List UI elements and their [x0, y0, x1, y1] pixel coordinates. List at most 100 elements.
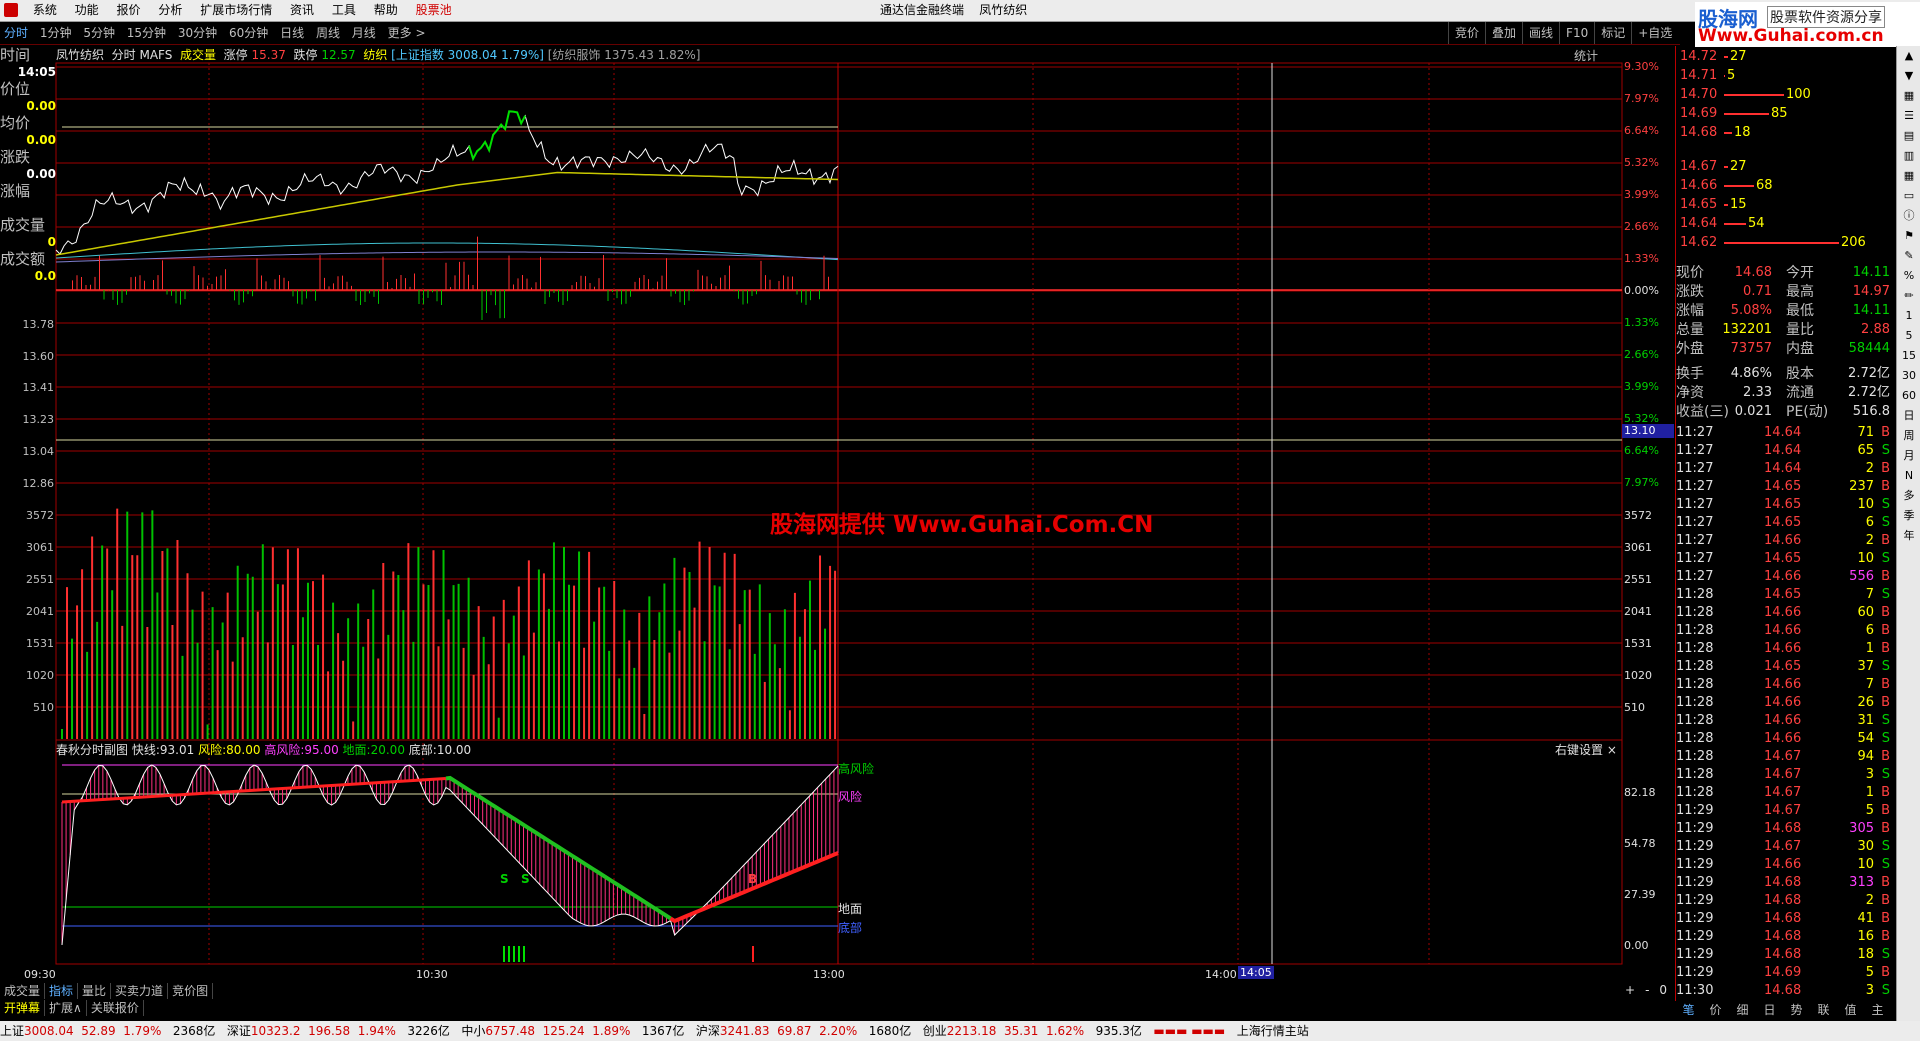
sidebar-period-1[interactable]: 1 — [1897, 306, 1920, 326]
tab-trend[interactable]: 势 — [1783, 1001, 1810, 1019]
quote-row[interactable]: 外盘 73757 内盘 58444 — [1676, 340, 1894, 358]
tick-row[interactable]: 11:28 14.67 1 B — [1676, 784, 1894, 802]
ask-row[interactable]: 14.72 27 — [1676, 48, 1894, 66]
intraday-chart[interactable] — [0, 0, 1675, 985]
tick-row[interactable]: 11:28 14.66 6 B — [1676, 622, 1894, 640]
tab-main[interactable]: 主 — [1864, 1001, 1891, 1019]
tick-row[interactable]: 11:28 14.66 26 B — [1676, 694, 1894, 712]
sidebar-period-multi[interactable]: 多 — [1897, 486, 1920, 506]
cy-label[interactable]: 创业 — [923, 1024, 947, 1038]
server-station[interactable]: 上海行情主站 — [1237, 1024, 1309, 1038]
quote-row[interactable]: 涨跌 0.71 最高 14.97 — [1676, 283, 1894, 301]
zoom-reset-button[interactable]: 0 — [1654, 983, 1672, 997]
sz-label[interactable]: 深证 — [227, 1024, 251, 1038]
tick-row[interactable]: 11:28 14.67 3 S — [1676, 766, 1894, 784]
tab-daily[interactable]: 日 — [1756, 1001, 1783, 1019]
tick-row[interactable]: 11:29 14.69 5 B — [1676, 964, 1894, 982]
flag-icon[interactable]: ⚑ — [1897, 226, 1920, 246]
tick-row[interactable]: 11:27 14.65 6 S — [1676, 514, 1894, 532]
tab-ticks[interactable]: 笔 — [1675, 1001, 1702, 1019]
tick-row[interactable]: 11:28 14.66 60 B — [1676, 604, 1894, 622]
bid-row[interactable]: 14.67 27 — [1676, 158, 1894, 176]
sidebar-period-week[interactable]: 周 — [1897, 426, 1920, 446]
tick-row[interactable]: 11:27 14.65 10 S — [1676, 550, 1894, 568]
tick-row[interactable]: 11:29 14.68 41 B — [1676, 910, 1894, 928]
bid-row[interactable]: 14.66 68 — [1676, 177, 1894, 195]
chart-icon[interactable]: ▤ — [1897, 126, 1920, 146]
tick-row[interactable]: 11:27 14.64 71 B — [1676, 424, 1894, 442]
bid-row[interactable]: 14.65 15 — [1676, 196, 1894, 214]
ask-row[interactable]: 14.69 85 — [1676, 105, 1894, 123]
tick-row[interactable]: 11:28 14.65 7 S — [1676, 586, 1894, 604]
tab-auction[interactable]: 竞价图 — [168, 983, 214, 999]
down-arrow-icon[interactable]: ▼ — [1897, 66, 1920, 86]
up-arrow-icon[interactable]: ▲ — [1897, 46, 1920, 66]
bid-row[interactable]: 14.62 206 — [1676, 234, 1894, 252]
ask-row[interactable]: 14.71 5 — [1676, 67, 1894, 85]
sidebar-period-15[interactable]: 15 — [1897, 346, 1920, 366]
quote-row[interactable]: 总量 132201 量比 2.88 — [1676, 321, 1894, 339]
tick-row[interactable]: 11:29 14.68 313 B — [1676, 874, 1894, 892]
tick-row[interactable]: 11:29 14.68 18 S — [1676, 946, 1894, 964]
quote-row[interactable]: 现价 14.68 今开 14.11 — [1676, 264, 1894, 282]
zoom-out-button[interactable]: - — [1640, 983, 1654, 997]
hs-label[interactable]: 沪深 — [696, 1024, 720, 1038]
tick-row[interactable]: 11:29 14.68 16 B — [1676, 928, 1894, 946]
tick-row[interactable]: 11:28 14.66 54 S — [1676, 730, 1894, 748]
sidebar-period-60[interactable]: 60 — [1897, 386, 1920, 406]
quote-row[interactable]: 涨幅 5.08% 最低 14.11 — [1676, 302, 1894, 320]
doc-icon[interactable]: ▭ — [1897, 186, 1920, 206]
tick-row[interactable]: 11:29 14.68 2 B — [1676, 892, 1894, 910]
table-icon[interactable]: ▦ — [1897, 166, 1920, 186]
tick-row[interactable]: 11:27 14.66 556 B — [1676, 568, 1894, 586]
sidebar-period-month[interactable]: 月 — [1897, 446, 1920, 466]
tab-link[interactable]: 联 — [1810, 1001, 1837, 1019]
info-icon[interactable]: ⓘ — [1897, 206, 1920, 226]
sidebar-period-season[interactable]: 季 — [1897, 506, 1920, 526]
settings-label[interactable]: 右键设置 — [1555, 743, 1603, 757]
close-icon[interactable]: × — [1607, 743, 1617, 757]
tab-value[interactable]: 值 — [1837, 1001, 1864, 1019]
sidebar-period-day[interactable]: 日 — [1897, 406, 1920, 426]
bar-icon[interactable]: ▥ — [1897, 146, 1920, 166]
pen-icon[interactable]: ✎ — [1897, 246, 1920, 266]
percent-icon[interactable]: % — [1897, 266, 1920, 286]
tick-row[interactable]: 11:28 14.66 1 B — [1676, 640, 1894, 658]
expand-button[interactable]: 扩展∧ — [45, 1000, 87, 1016]
tick-row[interactable]: 11:28 14.65 37 S — [1676, 658, 1894, 676]
tick-row[interactable]: 11:29 14.67 5 B — [1676, 802, 1894, 820]
sidebar-period-year[interactable]: 年 — [1897, 526, 1920, 546]
grid-icon[interactable]: ▦ — [1897, 86, 1920, 106]
tick-row[interactable]: 11:29 14.68 305 B — [1676, 820, 1894, 838]
tick-row[interactable]: 11:27 14.65 237 B — [1676, 478, 1894, 496]
sidebar-period-30[interactable]: 30 — [1897, 366, 1920, 386]
sidebar-period-n[interactable]: N — [1897, 466, 1920, 486]
related-quotes-button[interactable]: 关联报价 — [87, 1000, 144, 1016]
sidebar-period-5[interactable]: 5 — [1897, 326, 1920, 346]
tab-volume-ratio[interactable]: 量比 — [78, 983, 112, 999]
tick-row[interactable]: 11:30 14.68 3 S — [1676, 982, 1894, 1000]
sh-label[interactable]: 上证 — [0, 1024, 24, 1038]
bid-row[interactable]: 14.64 54 — [1676, 215, 1894, 233]
tab-price[interactable]: 价 — [1702, 1001, 1729, 1019]
tick-row[interactable]: 11:28 14.66 31 S — [1676, 712, 1894, 730]
indicator-settings[interactable]: 右键设置 × — [1555, 741, 1617, 758]
list-icon[interactable]: ☰ — [1897, 106, 1920, 126]
tab-indicator[interactable]: 指标 — [45, 983, 79, 999]
quote-row[interactable]: 收益(三) 0.021 PE(动) 516.8 — [1676, 403, 1894, 421]
quote-row[interactable]: 换手 4.86% 股本 2.72亿 — [1676, 365, 1894, 383]
tick-row[interactable]: 11:28 14.67 94 B — [1676, 748, 1894, 766]
tick-row[interactable]: 11:27 14.66 2 B — [1676, 532, 1894, 550]
tick-row[interactable]: 11:27 14.64 2 B — [1676, 460, 1894, 478]
tab-buy-sell[interactable]: 买卖力道 — [111, 983, 169, 999]
quote-row[interactable]: 净资 2.33 流通 2.72亿 — [1676, 384, 1894, 402]
pencil-icon[interactable]: ✏ — [1897, 286, 1920, 306]
tick-row[interactable]: 11:27 14.65 10 S — [1676, 496, 1894, 514]
ask-row[interactable]: 14.68 18 — [1676, 124, 1894, 142]
danmaku-toggle[interactable]: 开弹幕 — [0, 1000, 46, 1016]
ask-row[interactable]: 14.70 100 — [1676, 86, 1894, 104]
tab-volume[interactable]: 成交量 — [0, 983, 46, 999]
tab-detail[interactable]: 细 — [1729, 1001, 1756, 1019]
tick-row[interactable]: 11:29 14.66 10 S — [1676, 856, 1894, 874]
zoom-in-button[interactable]: + — [1620, 983, 1640, 997]
